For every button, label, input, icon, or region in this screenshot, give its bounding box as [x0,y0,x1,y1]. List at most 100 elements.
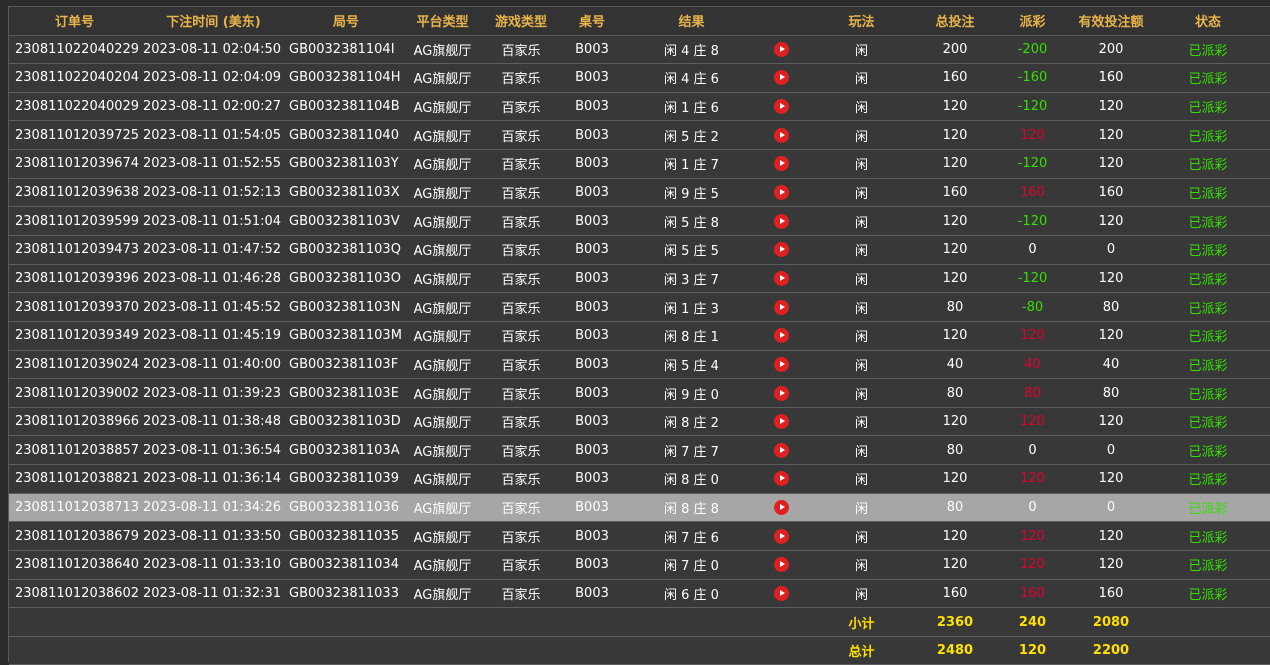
cell-status: 已派彩 [1146,206,1270,236]
play-circle-icon[interactable] [774,242,789,258]
col-header-bet-time: 下注时间 (美东) [140,7,287,36]
cell-valid-bet: 120 [1076,120,1146,151]
cell-platform: AG旗舰厅 [405,92,480,122]
cell-order-no: 230811022040029 [9,92,140,122]
cell-game-type: 百家乐 [480,63,562,93]
table-row: 230811012038966 2023-08-11 01:38:48 GB0032… [9,407,1270,437]
cell-status: 已派彩 [1146,407,1270,437]
cell-table-no: B003 [562,550,622,580]
table-row: 230811012038602 2023-08-11 01:32:31 GB0032… [9,579,1270,609]
cell-table-no: B003 [562,464,622,494]
cell-round-no: GB0032381103E [287,378,405,408]
cell-bet-time: 2023-08-11 01:47:52 [140,235,287,265]
play-circle-icon[interactable] [774,328,789,344]
cell-play: 闲 [802,493,921,523]
cell-round-no: GB0032381103A [287,435,405,466]
cell-table-no: B003 [562,35,622,65]
col-header-total-bet: 总投注 [921,7,989,36]
cell-platform: AG旗舰厅 [405,464,480,494]
cell-game-type: 百家乐 [480,235,562,265]
play-circle-icon[interactable] [774,156,789,172]
play-circle-icon[interactable] [774,270,789,286]
play-circle-icon[interactable] [774,70,789,86]
cell-valid-bet: 160 [1076,579,1146,609]
cell-replay [761,63,802,93]
play-circle-icon[interactable] [774,500,789,516]
cell-total-bet: 160 [921,63,989,93]
play-circle-icon[interactable] [774,299,789,315]
cell-payout: -120 [989,149,1076,179]
cell-table-no: B003 [562,292,622,322]
table-header-row: 订单号 下注时间 (美东) 局号 平台类型 游戏类型 桌号 结果 玩法 总投注 … [9,7,1270,36]
play-circle-icon[interactable] [774,356,789,372]
grand-total-label: 总计 [802,636,921,665]
cell-result: 闲 5 庄 8 [622,206,761,236]
cell-payout: 120 [989,321,1076,351]
cell-status: 已派彩 [1146,378,1270,408]
cell-game-type: 百家乐 [480,206,562,236]
table-row: 230811012038640 2023-08-11 01:33:10 GB0032… [9,550,1270,580]
play-circle-icon[interactable] [774,185,789,201]
cell-status: 已派彩 [1146,178,1270,208]
cell-total-bet: 120 [921,264,989,294]
cell-replay [761,178,802,208]
cell-game-type: 百家乐 [480,464,562,494]
play-circle-icon[interactable] [774,213,789,229]
cell-table-no: B003 [562,493,622,523]
cell-replay [761,378,802,408]
subtotal-label: 小计 [802,607,921,637]
cell-platform: AG旗舰厅 [405,120,480,151]
cell-play: 闲 [802,178,921,208]
cell-order-no: 230811012038821 [9,464,140,494]
cell-total-bet: 80 [921,378,989,408]
play-circle-icon[interactable] [774,99,789,115]
cell-order-no: 230811012039674 [9,149,140,179]
cell-valid-bet: 160 [1076,178,1146,208]
cell-payout: -160 [989,63,1076,93]
cell-platform: AG旗舰厅 [405,178,480,208]
cell-bet-time: 2023-08-11 01:36:54 [140,435,287,466]
table-row: 230811012039638 2023-08-11 01:52:13 GB0032… [9,178,1270,208]
cell-table-no: B003 [562,120,622,151]
col-header-result: 结果 [622,7,761,36]
cell-order-no: 230811012039638 [9,178,140,208]
cell-table-no: B003 [562,264,622,294]
cell-payout: 80 [989,378,1076,408]
cell-order-no: 230811012039396 [9,264,140,294]
cell-game-type: 百家乐 [480,149,562,179]
cell-play: 闲 [802,321,921,351]
cell-result: 闲 5 庄 5 [622,235,761,265]
cell-platform: AG旗舰厅 [405,493,480,523]
cell-bet-time: 2023-08-11 01:33:10 [140,550,287,580]
cell-table-no: B003 [562,63,622,93]
play-circle-icon[interactable] [774,528,789,544]
cell-payout: 120 [989,521,1076,552]
cell-game-type: 百家乐 [480,407,562,437]
col-header-valid-bet: 有效投注额 [1076,7,1146,36]
play-circle-icon[interactable] [774,41,789,57]
play-circle-icon[interactable] [774,385,789,401]
cell-total-bet: 80 [921,493,989,523]
cell-valid-bet: 120 [1076,550,1146,580]
play-circle-icon[interactable] [774,585,789,601]
cell-platform: AG旗舰厅 [405,378,480,408]
play-circle-icon[interactable] [774,471,789,487]
cell-play: 闲 [802,378,921,408]
subtotal-total-bet: 2360 [921,607,989,637]
play-circle-icon[interactable] [774,127,789,143]
cell-platform: AG旗舰厅 [405,206,480,236]
cell-result: 闲 5 庄 4 [622,350,761,380]
cell-platform: AG旗舰厅 [405,407,480,437]
cell-round-no: GB0032381103O [287,264,405,294]
cell-replay [761,493,802,523]
play-circle-icon[interactable] [774,442,789,458]
play-circle-icon[interactable] [774,557,789,573]
col-header-game-type: 游戏类型 [480,7,562,36]
play-circle-icon[interactable] [774,414,789,430]
cell-status: 已派彩 [1146,493,1270,523]
grand-total-payout: 120 [989,636,1076,665]
cell-platform: AG旗舰厅 [405,435,480,466]
cell-table-no: B003 [562,579,622,609]
cell-replay [761,120,802,151]
table-row: 230811012039396 2023-08-11 01:46:28 GB0032… [9,264,1270,294]
